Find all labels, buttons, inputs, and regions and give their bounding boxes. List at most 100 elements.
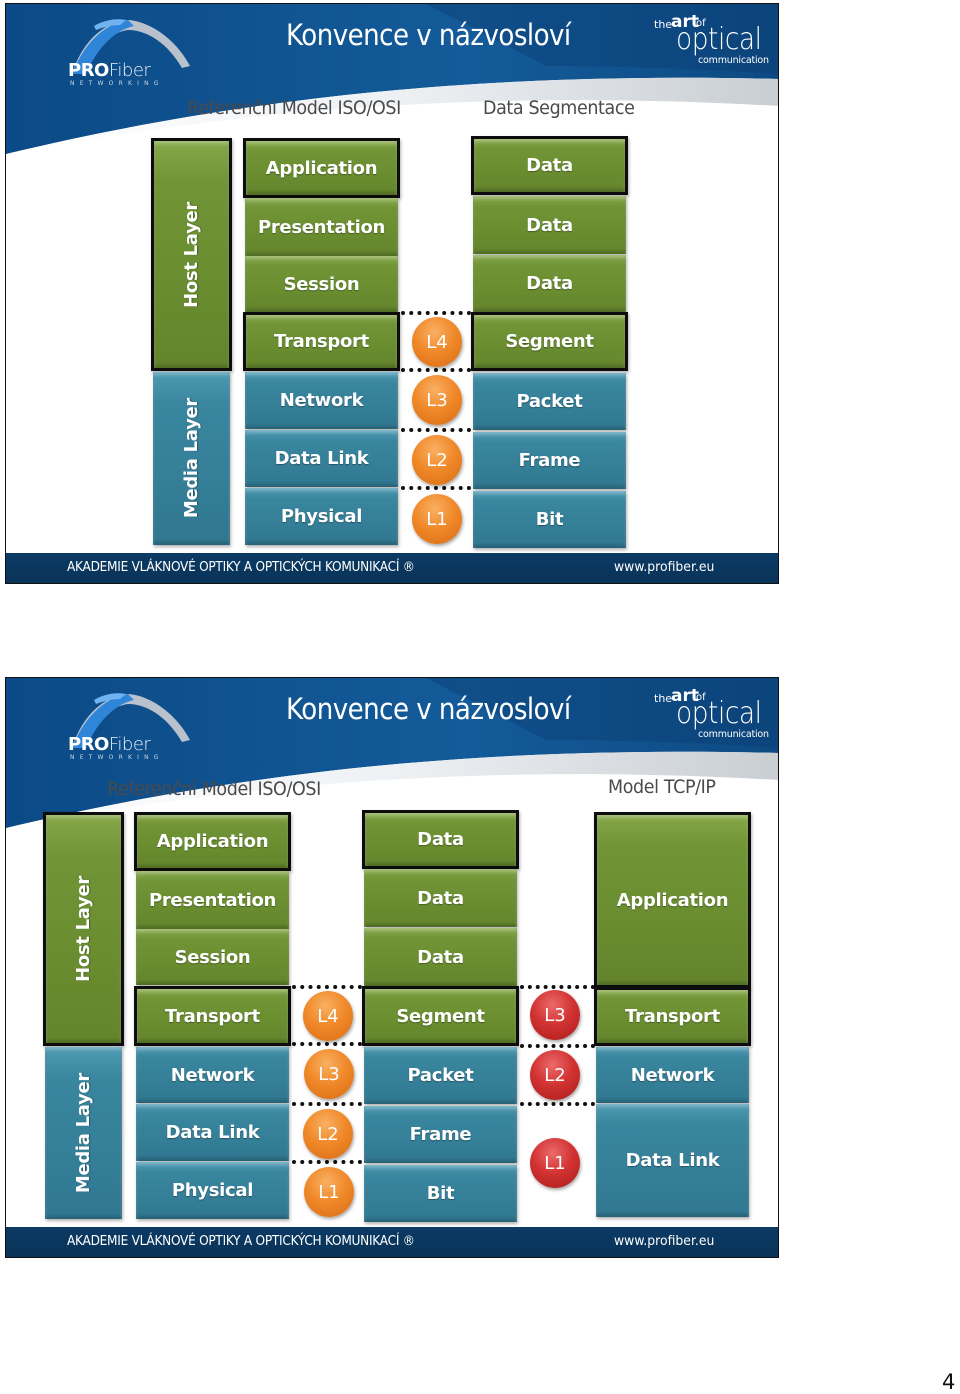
- layer-label: Network: [170, 1064, 255, 1086]
- badge-label: L1: [426, 508, 448, 530]
- badge-label: L1: [544, 1152, 566, 1174]
- logo-networking: NETWORKING: [70, 754, 164, 761]
- logo-fiber: Fiber: [108, 60, 151, 81]
- pdu-label: Data: [526, 214, 573, 236]
- tcpip-badge-l2: L2: [530, 1050, 580, 1100]
- pdu-label: Segment: [505, 331, 594, 352]
- pdu-label: Data: [526, 273, 573, 294]
- pdu-segment: Segment: [471, 312, 628, 371]
- slide-header: PROFiber NETWORKING Konvence v názvoslov…: [6, 4, 778, 154]
- dotted-separator: [520, 985, 595, 989]
- tcpip-layer-application: Application: [594, 812, 751, 988]
- logo-fiber: Fiber: [108, 734, 151, 755]
- badge-label: L3: [544, 1004, 566, 1026]
- layer-label: Transport: [625, 1006, 720, 1027]
- logo-wordmark: PROFiber: [68, 734, 151, 755]
- pdu-data-application: Data: [362, 810, 519, 869]
- dotted-separator: [520, 1102, 595, 1106]
- pdu-data-session: Data: [473, 255, 626, 312]
- layer-label: Session: [174, 946, 251, 968]
- osi-layer-physical: Physical: [136, 1162, 289, 1219]
- media-layer-group: Media Layer: [153, 372, 230, 545]
- pdu-label: Packet: [407, 1065, 474, 1086]
- dotted-separator: [401, 428, 471, 432]
- brand-optical: optical: [676, 22, 762, 57]
- slide-footer: AKADEMIE VLÁKNOVÉ OPTIKY A OPTICKÝCH KOM…: [6, 1227, 778, 1257]
- pdu-label: Bit: [426, 1183, 455, 1204]
- pdu-data-application: Data: [471, 136, 628, 195]
- layer-label: Application: [265, 157, 378, 179]
- pdu-label: Frame: [409, 1124, 472, 1145]
- osi-layer-application: Application: [243, 138, 400, 198]
- layer-label: Application: [616, 889, 729, 911]
- pdu-bit: Bit: [473, 491, 626, 548]
- media-layer-label: Media Layer: [181, 398, 202, 519]
- layer-label: Network: [279, 390, 364, 411]
- slide-footer: AKADEMIE VLÁKNOVÉ OPTIKY A OPTICKÝCH KOM…: [6, 553, 778, 583]
- osi-layer-session: Session: [245, 256, 398, 312]
- layer-badge-l1: L1: [304, 1167, 354, 1217]
- osi-layer-presentation: Presentation: [136, 871, 289, 929]
- tcpip-heading: Model TCP/IP: [608, 776, 716, 798]
- badge-label: L3: [426, 389, 448, 411]
- pdu-bit: Bit: [364, 1165, 517, 1222]
- dotted-separator: [401, 486, 471, 490]
- badge-label: L2: [544, 1064, 566, 1086]
- layer-label: Data Link: [165, 1122, 260, 1143]
- slide-header: PROFiber NETWORKING Konvence v názvoslov…: [6, 678, 778, 828]
- badge-label: L1: [318, 1181, 340, 1203]
- tcpip-layer-transport: Transport: [594, 987, 751, 1046]
- slide-osi-vs-tcpip: PROFiber NETWORKING Konvence v názvoslov…: [5, 677, 779, 1258]
- osi-layer-physical: Physical: [245, 488, 398, 545]
- pdu-label: Packet: [516, 391, 583, 412]
- layer-label: Physical: [280, 506, 363, 527]
- layer-label: Network: [630, 1064, 715, 1086]
- osi-layer-network: Network: [245, 372, 398, 429]
- osi-layer-network: Network: [136, 1047, 289, 1103]
- pdu-segment: Segment: [362, 986, 519, 1046]
- pdu-label: Frame: [518, 450, 581, 471]
- dotted-separator: [520, 1044, 595, 1048]
- layer-badge-l4: L4: [412, 317, 462, 367]
- pdu-packet: Packet: [473, 373, 626, 430]
- brand-communication: communication: [698, 55, 769, 66]
- footer-website-link[interactable]: www.profiber.eu: [614, 559, 714, 575]
- brand-the: the: [654, 692, 673, 705]
- logo-pro: PRO: [68, 60, 109, 81]
- slide-osi-data-segmentation: PROFiber NETWORKING Konvence v názvoslov…: [5, 3, 779, 584]
- slide-title: Konvence v názvosloví: [286, 18, 571, 52]
- footer-website-link[interactable]: www.profiber.eu: [614, 1233, 714, 1249]
- dotted-separator: [292, 1042, 362, 1046]
- layer-badge-l2: L2: [412, 435, 462, 485]
- layer-label: Presentation: [148, 889, 277, 911]
- brand-communication: communication: [698, 729, 769, 740]
- footer-academy-text: AKADEMIE VLÁKNOVÉ OPTIKY A OPTICKÝCH KOM…: [67, 1233, 415, 1249]
- layer-badge-l4: L4: [303, 991, 353, 1041]
- dotted-separator: [401, 368, 471, 372]
- layer-badge-l3: L3: [412, 375, 462, 425]
- layer-label: Transport: [274, 331, 369, 352]
- logo-networking: NETWORKING: [70, 80, 164, 87]
- layer-label: Presentation: [257, 216, 386, 238]
- pdu-label: Data: [417, 829, 464, 850]
- badge-label: L4: [426, 331, 448, 353]
- pdu-frame: Frame: [473, 432, 626, 489]
- pdu-frame: Frame: [364, 1106, 517, 1163]
- page-number: 4: [942, 1370, 956, 1394]
- logo-pro: PRO: [68, 734, 109, 755]
- footer-academy-text: AKADEMIE VLÁKNOVÉ OPTIKY A OPTICKÝCH KOM…: [67, 559, 415, 575]
- pdu-label: Data: [526, 155, 573, 176]
- pdu-label: Data: [417, 946, 464, 968]
- layer-label: Data Link: [625, 1150, 720, 1171]
- pdu-data-session: Data: [364, 928, 517, 986]
- osi-layer-session: Session: [136, 929, 289, 985]
- dotted-separator: [292, 985, 362, 989]
- osi-layer-presentation: Presentation: [245, 198, 398, 256]
- tcpip-layer-network: Network: [596, 1047, 749, 1103]
- pdu-label: Segment: [396, 1005, 485, 1027]
- host-layer-label: Host Layer: [181, 201, 202, 308]
- osi-layer-transport: Transport: [134, 986, 291, 1046]
- media-layer-label: Media Layer: [73, 1072, 94, 1194]
- badge-label: L4: [317, 1005, 339, 1027]
- slide-title: Konvence v názvosloví: [286, 692, 571, 726]
